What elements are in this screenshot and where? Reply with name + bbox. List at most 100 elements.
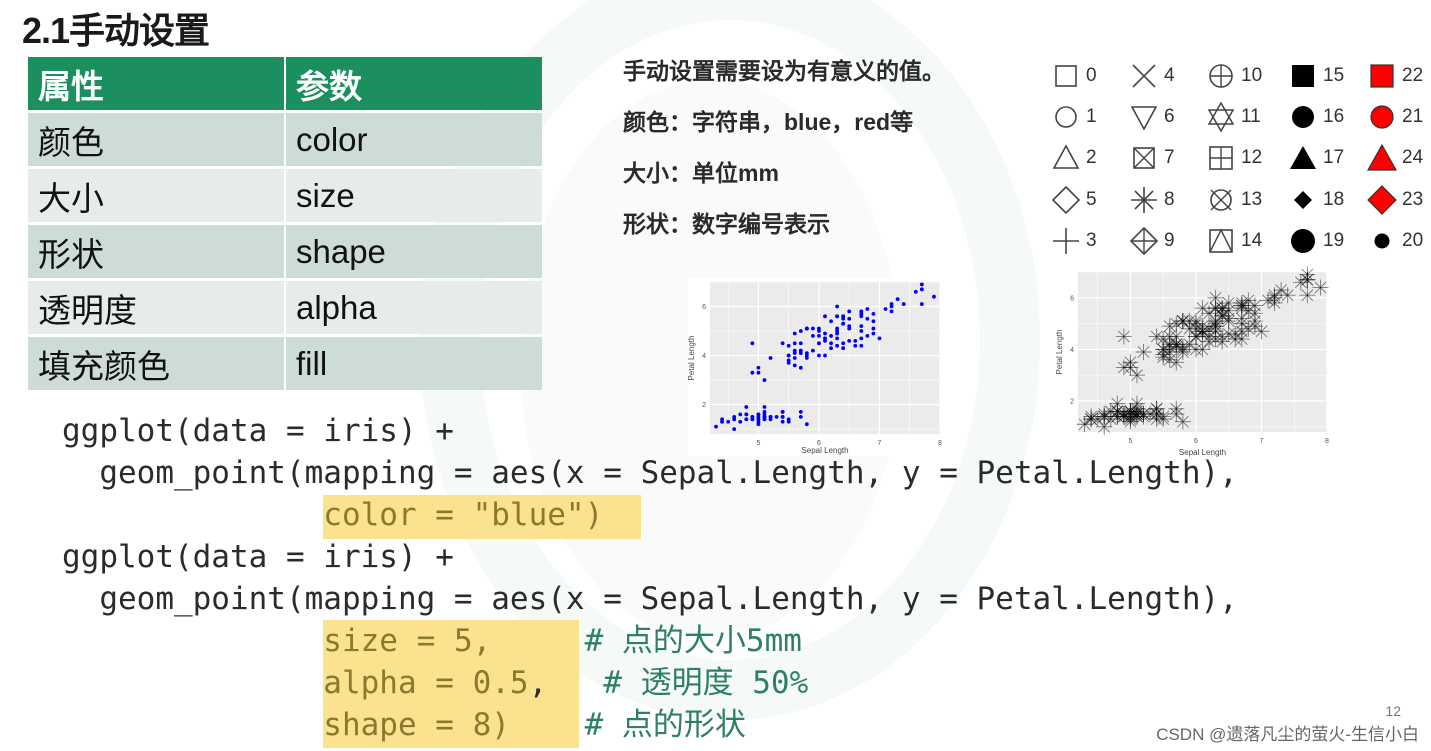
data-point [901,302,906,306]
attribute-cell: 形状 [28,225,284,278]
square-cross-icon [1133,147,1155,169]
shape-legend-item: 17 [1287,142,1344,174]
data-point [859,343,864,348]
table-header-row: 属性 参数 [28,57,542,110]
circle-plus-icon [1209,64,1233,88]
data-point [841,316,846,321]
data-point [823,331,827,336]
attribute-cell: 填充颜色 [28,337,284,390]
shape-legend-item: 8 [1128,184,1175,216]
shape-code-label: 11 [1241,106,1261,127]
shape-legend-item: 5 [1050,184,1097,216]
data-point [841,341,846,346]
diamond-plus-icon [1129,226,1159,256]
data-point [841,321,846,326]
y-tick-label: 6 [1070,295,1074,302]
asterisk-icon [1131,187,1157,213]
data-point [786,353,791,358]
shape-code-label: 23 [1402,189,1424,210]
shape-code-label: 6 [1164,106,1175,127]
credit-watermark: CSDN @遗落凡尘的萤火-生信小白 [1156,725,1419,744]
note-line: 手动设置需要设为有意义的值。 [623,58,945,84]
data-point [817,341,821,346]
data-point [1194,341,1211,358]
slide-title: 2.1手动设置 [22,10,210,51]
triangle-open-icon [1052,144,1080,169]
square-fill-red-icon [1370,64,1394,88]
y-tick-label: 4 [1070,347,1074,354]
square-open-icon [1055,65,1077,87]
shape-legend-item: 3 [1050,225,1097,257]
data-point [798,351,803,355]
shape-code-label: 0 [1086,65,1097,86]
data-point [817,334,821,338]
y-tick-label: 4 [702,353,706,360]
header-attribute: 属性 [28,57,284,110]
data-point [919,282,924,287]
shape-code-label: 3 [1086,230,1097,251]
triangle-filled-icon [1290,146,1316,169]
y-axis-label: Petal Length [1055,330,1064,375]
attribute-cell: 颜色 [28,113,284,166]
shape-legend-item: 21 [1366,101,1423,133]
data-point [829,319,833,324]
code-line: geom_point(mapping = aes(x = Sepal.Lengt… [62,581,1238,617]
plus-icon [1053,228,1079,254]
code-highlight: color = "blue") [323,497,604,533]
data-point [810,326,815,331]
shape-legend-item: 22 [1366,60,1423,92]
code-highlight: alpha = 0.5 [323,665,529,701]
shape-legend-item: 4 [1128,60,1175,92]
code-highlight: size = 5, [323,623,492,659]
data-point [810,348,815,353]
data-point [853,338,858,343]
code-block: ggplot(data = iris) + geom_point(mapping… [62,410,1238,746]
data-point [859,324,864,329]
data-point [871,331,876,336]
data-point [871,326,876,331]
data-point [859,329,864,333]
data-point [768,356,773,360]
data-point [871,311,876,316]
note-line: 大小：单位mm [623,160,779,186]
data-point [835,314,840,319]
data-point [804,353,809,358]
shape-code-label: 7 [1164,147,1175,168]
shape-code-label: 21 [1402,106,1424,127]
shape-legend-item: 11 [1205,101,1261,133]
data-point [865,316,870,321]
parameter-cell: shape [286,225,542,278]
triangle-fill-red-icon [1366,143,1398,171]
data-point [823,353,827,358]
data-point [883,307,888,311]
shape-code-label: 20 [1402,230,1424,251]
data-point [889,304,894,309]
data-point [847,338,852,343]
data-point [829,334,833,338]
header-parameter: 参数 [286,57,542,110]
shape-code-label: 5 [1086,189,1097,210]
shape-legend-item: 6 [1128,101,1175,133]
data-point [847,324,852,329]
data-point [871,319,876,324]
data-point [932,294,936,299]
shape-code-label: 19 [1323,230,1345,251]
shape-legend-item: 16 [1287,101,1344,133]
shape-code-label: 4 [1164,65,1175,86]
table-row: 颜色 color [28,113,542,166]
data-point [792,348,797,353]
diamond-open-icon [1051,185,1081,215]
code-comment: # 点的大小5mm [584,623,802,659]
y-tick-label: 2 [1070,399,1074,406]
table-row: 填充颜色 fill [28,337,542,390]
page-number: 12 [1385,703,1401,719]
circle-open-icon [1055,106,1077,128]
data-point [810,334,815,338]
data-point [835,304,840,309]
circle-filled-icon [1292,106,1314,128]
code-line: color = "blue") [62,494,1238,536]
diamond-fill-red-icon [1367,185,1397,215]
shape-legend-item: 24 [1366,142,1423,174]
attribute-table: 属性 参数 颜色 color 大小 size 形状 shape 透明度 alph… [26,54,544,393]
code-comment: # 透明度 50% [603,665,809,701]
